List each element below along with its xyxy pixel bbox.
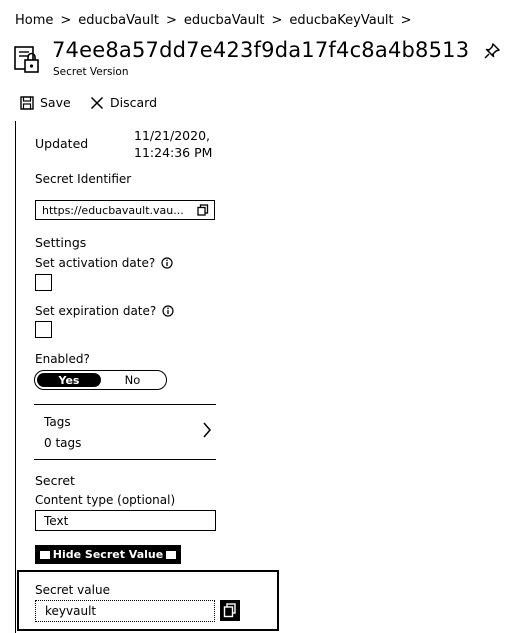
hide-secret-value-label: Hide Secret Value xyxy=(52,548,164,561)
copy-icon[interactable] xyxy=(197,204,209,216)
content-type-label: Content type (optional) xyxy=(35,493,176,507)
pin-icon[interactable] xyxy=(484,43,500,59)
breadcrumb-vault-1[interactable]: educbaVault xyxy=(78,13,159,28)
updated-label: Updated xyxy=(35,136,89,151)
enabled-yes-label: Yes xyxy=(58,373,80,387)
updated-value-time: 11:24:36 PM xyxy=(134,145,213,160)
enabled-toggle[interactable]: Yes No xyxy=(34,370,167,390)
secret-heading: Secret xyxy=(35,473,75,488)
page-title: 74ee8a57dd7e423f9da17f4c8a4b8513 xyxy=(52,38,470,62)
content-type-input[interactable]: Text xyxy=(35,510,216,531)
secret-value-label: Secret value xyxy=(35,583,110,597)
secret-value-input[interactable]: keyvault xyxy=(35,600,215,622)
chevron-right-icon xyxy=(203,422,211,438)
enabled-no-option[interactable]: No xyxy=(101,373,164,387)
key-vault-secret-icon xyxy=(14,46,39,73)
save-button[interactable]: Save xyxy=(20,95,71,110)
activation-date-row: Set activation date? xyxy=(35,256,173,270)
breadcrumb-keyvault[interactable]: educbaKeyVault xyxy=(289,13,393,28)
info-icon[interactable] xyxy=(162,305,174,317)
activation-date-checkbox[interactable] xyxy=(35,274,52,291)
secret-identifier-label: Secret Identifier xyxy=(35,172,132,186)
breadcrumb-separator: > xyxy=(400,13,412,28)
breadcrumb-separator: > xyxy=(60,13,72,28)
save-icon xyxy=(20,95,34,110)
tags-label: Tags xyxy=(44,415,71,429)
copy-secret-button[interactable] xyxy=(220,600,240,621)
enabled-label: Enabled? xyxy=(35,352,90,366)
discard-label: Discard xyxy=(110,95,157,110)
breadcrumb-vault-2[interactable]: educbaVault xyxy=(184,13,265,28)
button-edge-right xyxy=(166,550,177,559)
button-edge-left xyxy=(39,550,50,559)
save-label: Save xyxy=(40,95,71,110)
secret-identifier-field[interactable]: https://educbavault.vau... xyxy=(35,200,215,220)
breadcrumb-separator: > xyxy=(165,13,177,28)
discard-button[interactable]: Discard xyxy=(90,95,157,110)
content-divider xyxy=(15,121,16,633)
breadcrumb-separator: > xyxy=(271,13,283,28)
expiration-date-label: Set expiration date? xyxy=(35,304,157,318)
breadcrumb-home[interactable]: Home xyxy=(15,13,53,28)
secret-identifier-value: https://educbavault.vau... xyxy=(42,203,184,217)
expiration-date-row: Set expiration date? xyxy=(35,304,174,318)
info-icon[interactable] xyxy=(161,257,173,269)
page-subtitle: Secret Version xyxy=(53,66,129,78)
tags-count: 0 tags xyxy=(44,436,82,450)
breadcrumb: Home > educbaVault > educbaVault > educbaKeyVa… xyxy=(15,13,419,28)
close-icon xyxy=(90,96,104,109)
activation-date-label: Set activation date? xyxy=(35,256,156,270)
updated-value-date: 11/21/2020, xyxy=(134,128,211,143)
enabled-yes-option[interactable]: Yes xyxy=(37,373,101,387)
settings-heading: Settings xyxy=(35,235,87,250)
expiration-date-checkbox[interactable] xyxy=(35,321,52,338)
enabled-no-label: No xyxy=(124,373,141,387)
hide-secret-value-button[interactable]: Hide Secret Value xyxy=(35,545,181,564)
tags-link[interactable]: Tags 0 tags xyxy=(34,404,216,460)
copy-icon xyxy=(223,603,236,618)
